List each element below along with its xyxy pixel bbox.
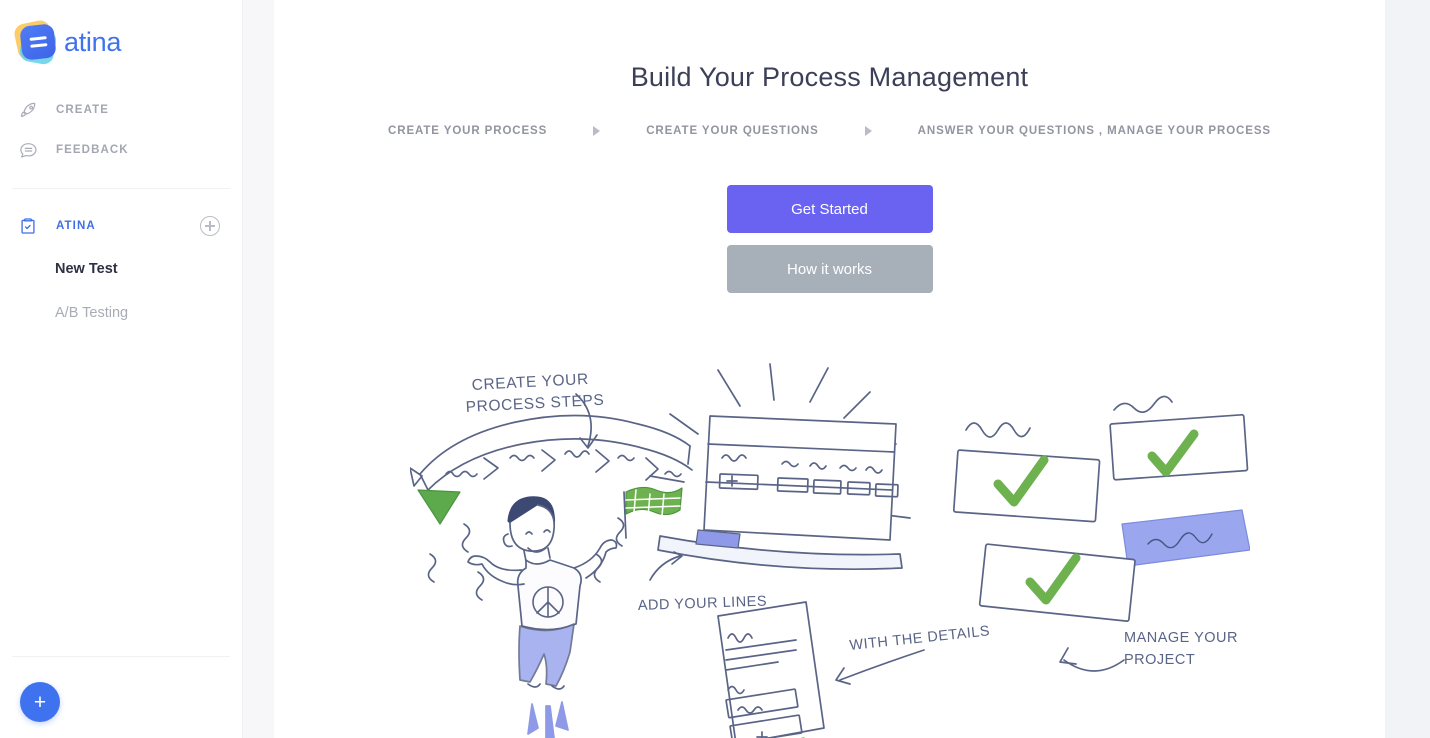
process-steps-breadcrumb: CREATE YOUR PROCESS CREATE YOUR QUESTION… [274, 125, 1385, 137]
get-started-button[interactable]: Get Started [726, 185, 933, 233]
page-title: Build Your Process Management [630, 62, 1029, 92]
atina-logo-mark-icon [12, 18, 60, 66]
step-2-label: CREATE YOUR QUESTIONS [646, 125, 819, 137]
app-root: atina CREATE FEEDBACK ATINA New Test A/B… [0, 0, 1430, 738]
main-content: Build Your Process Management CREATE YOU… [274, 0, 1385, 738]
clipboard-check-icon [18, 216, 46, 236]
project-item-new-test[interactable]: New Test [0, 247, 242, 291]
right-gutter [1385, 0, 1430, 738]
sidebar: atina CREATE FEEDBACK ATINA New Test A/B… [0, 0, 243, 738]
project-item-ab-testing[interactable]: A/B Testing [0, 291, 242, 335]
rocket-icon [18, 100, 46, 121]
sidebar-content-gutter [243, 0, 274, 738]
project-item-ab-testing-label: A/B Testing [55, 305, 129, 321]
sidebar-divider-top [12, 188, 230, 189]
plus-icon: + [33, 690, 47, 714]
sketch-caption-manage-your: MANAGE YOUR [1124, 630, 1238, 646]
sketch-caption-with-the-details: WITH THE DETAILS [848, 623, 990, 654]
sketch-caption-create-your: CREATE YOUR [471, 371, 589, 394]
triangle-right-icon [593, 126, 601, 136]
add-floating-action-button[interactable]: + [20, 682, 60, 722]
speech-bubble-icon [18, 140, 46, 161]
brand-name: atina [64, 26, 122, 57]
sidebar-divider-bottom [12, 656, 230, 657]
step-1-label: CREATE YOUR PROCESS [388, 125, 548, 137]
sidebar-item-create[interactable]: CREATE [0, 90, 242, 130]
project-header[interactable]: ATINA [0, 205, 242, 247]
triangle-right-icon [864, 126, 872, 136]
project-item-new-test-label: New Test [55, 261, 118, 277]
sidebar-nav: CREATE FEEDBACK [0, 90, 242, 170]
plus-circle-icon[interactable] [200, 216, 220, 236]
sidebar-item-create-label: CREATE [56, 104, 110, 116]
step-3-label: ANSWER YOUR QUESTIONS , MANAGE YOUR PROC… [917, 125, 1271, 137]
process-management-sketch: CREATE YOUR PROCESS STEPS ADD YOUR LINES… [409, 358, 1250, 738]
project-label: ATINA [56, 220, 96, 232]
how-it-works-button[interactable]: How it works [726, 245, 933, 293]
sketch-caption-project: PROJECT [1124, 652, 1195, 668]
cta-buttons: Get Started How it works [274, 185, 1385, 293]
brand-logo[interactable]: atina [0, 0, 242, 70]
sidebar-item-feedback[interactable]: FEEDBACK [0, 130, 242, 170]
sidebar-item-feedback-label: FEEDBACK [56, 144, 129, 156]
